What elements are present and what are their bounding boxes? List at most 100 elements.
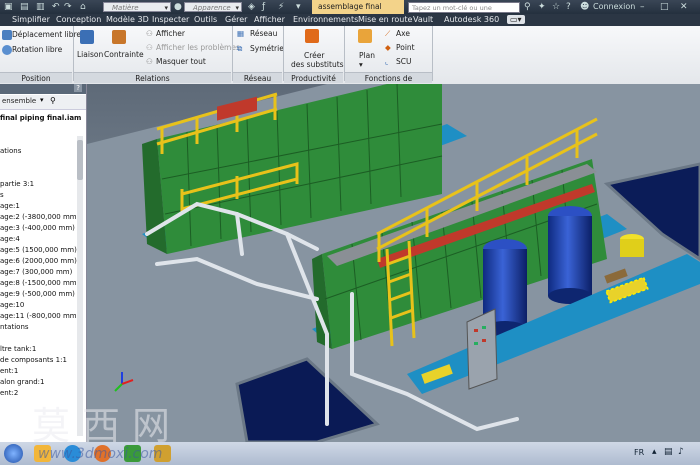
tree-item[interactable]: age:9 (-500,000 mm) bbox=[0, 290, 75, 298]
tree-item[interactable]: ent:1 bbox=[0, 367, 18, 375]
free-move-button[interactable]: Déplacement libre bbox=[12, 30, 81, 39]
tree-item[interactable]: age:7 (300,000 mm) bbox=[0, 268, 72, 276]
panel-network-label[interactable]: Réseau bbox=[233, 72, 282, 83]
work-plane-button[interactable]: Plan bbox=[359, 51, 375, 60]
tab-gerer[interactable]: Gérer bbox=[225, 15, 247, 24]
tree-item[interactable]: age:8 (-1500,000 mm) bbox=[0, 279, 79, 287]
panel-productivity-label[interactable]: Productivité bbox=[284, 72, 343, 83]
tree-item[interactable]: age:5 (1500,000 mm) bbox=[0, 246, 77, 254]
tab-vault[interactable]: Vault bbox=[413, 15, 433, 24]
show-problems-button[interactable]: Afficher les problèmes bbox=[156, 43, 240, 52]
binoculars-icon[interactable]: ⚲ bbox=[524, 2, 531, 12]
undo-icon[interactable]: ↶ bbox=[52, 2, 60, 12]
create-substitute-line1[interactable]: Créer bbox=[304, 51, 324, 60]
search-input[interactable]: Tapez un mot-clé ou une expression bbox=[408, 2, 520, 23]
qa-dropdown-icon[interactable]: ▾ bbox=[296, 2, 301, 12]
material-combo[interactable]: Matière bbox=[103, 2, 171, 13]
browser-help-button[interactable]: ? bbox=[74, 84, 82, 92]
tools-icon[interactable]: ✦ bbox=[538, 2, 546, 12]
tab-autodesk-360[interactable]: Autodesk 360 bbox=[444, 15, 499, 24]
tree-item[interactable]: age:11 (-800,000 mm) bbox=[0, 312, 79, 320]
maximize-icon[interactable]: □ bbox=[660, 2, 669, 12]
volume-icon[interactable]: ♪ bbox=[678, 447, 684, 457]
scrollbar-thumb[interactable] bbox=[77, 140, 83, 180]
tree-item[interactable]: de composants 1:1 bbox=[0, 356, 67, 364]
panel-position-label[interactable]: Position bbox=[0, 72, 72, 83]
sign-in-link[interactable]: Connexion bbox=[593, 2, 635, 11]
hide-all-icon: ⚇ bbox=[146, 57, 153, 66]
browser-mode-label[interactable]: ensemble bbox=[2, 97, 36, 105]
appearance-combo[interactable]: Apparence bbox=[184, 2, 242, 13]
start-button[interactable] bbox=[4, 444, 23, 463]
mirror-button[interactable]: Symétrie bbox=[250, 44, 284, 53]
browser-toolbar: ensemble ▾ ⚲ bbox=[0, 95, 86, 110]
tab-conception[interactable]: Conception bbox=[56, 15, 101, 24]
pattern-icon: ▦ bbox=[237, 29, 245, 38]
work-point-button[interactable]: Point bbox=[396, 43, 415, 52]
tree-item[interactable]: age:1 bbox=[0, 202, 20, 210]
tab-outils[interactable]: Outils bbox=[194, 15, 217, 24]
tree-item[interactable]: ent:2 bbox=[0, 389, 18, 397]
tree-root[interactable]: final piping final.iam bbox=[0, 114, 81, 122]
free-rotate-button[interactable]: Rotation libre bbox=[12, 45, 62, 54]
redo-icon[interactable]: ↷ bbox=[64, 2, 72, 12]
constraint-button[interactable]: Contrainte bbox=[104, 50, 144, 59]
adjust-icon[interactable]: ◈ bbox=[248, 2, 255, 12]
create-substitute-line2[interactable]: des substituts bbox=[291, 60, 344, 69]
tree-item[interactable]: age:3 (-400,000 mm) bbox=[0, 224, 75, 232]
tree-item[interactable]: ations bbox=[0, 147, 21, 155]
tab-simplifier[interactable]: Simplifier bbox=[12, 15, 50, 24]
star-icon[interactable]: ☆ bbox=[552, 2, 560, 12]
watermark-url: www.3dmoxi.com bbox=[38, 446, 163, 462]
save-icon[interactable]: ▥ bbox=[36, 2, 45, 12]
hide-all-button[interactable]: Masquer tout bbox=[156, 57, 206, 66]
tree-item[interactable]: s bbox=[0, 191, 4, 199]
select-icon[interactable]: ⌂ bbox=[80, 2, 86, 12]
axis-icon: ⟋ bbox=[385, 29, 391, 38]
update-icon[interactable]: ⚡ bbox=[278, 2, 284, 12]
ribbon-options-icon[interactable]: ▭▾ bbox=[507, 15, 525, 24]
tree-item[interactable]: age:6 (2000,000 mm) bbox=[0, 257, 77, 265]
tab-mise-en-route[interactable]: Mise en route bbox=[358, 15, 412, 24]
panel-relations-label[interactable]: Relations bbox=[74, 72, 231, 83]
open-icon[interactable]: ▤ bbox=[20, 2, 29, 12]
work-axis-button[interactable]: Axe bbox=[396, 29, 410, 38]
network-icon[interactable]: ▤ bbox=[664, 447, 673, 457]
tree-item[interactable]: age:2 (-3800,000 mm) bbox=[0, 213, 79, 221]
work-plane-icon bbox=[358, 29, 372, 43]
tab-modele-3d[interactable]: Modèle 3D bbox=[106, 15, 149, 24]
tree-item[interactable]: ltre tank:1 bbox=[0, 345, 36, 353]
chevron-down-icon[interactable]: ▾ bbox=[359, 60, 363, 69]
panel-construction-label[interactable]: Fonctions de construction bbox=[345, 72, 432, 94]
fx-icon[interactable]: ƒ bbox=[262, 2, 265, 12]
find-icon[interactable]: ⚲ bbox=[50, 96, 56, 105]
tree-item[interactable]: partie 3:1 bbox=[0, 180, 34, 188]
help-icon[interactable]: ? bbox=[566, 2, 571, 12]
tab-environnements[interactable]: Environnements bbox=[293, 15, 358, 24]
new-icon[interactable]: ▣ bbox=[4, 2, 13, 12]
move-icon bbox=[2, 30, 12, 40]
ribbon-tabs: Simplifier Conception Modèle 3D Inspecte… bbox=[0, 14, 700, 26]
browser-scrollbar[interactable] bbox=[77, 136, 83, 436]
tab-inspecter[interactable]: Inspecter bbox=[152, 15, 189, 24]
pattern-button[interactable]: Réseau bbox=[250, 29, 277, 38]
tree-item[interactable]: age:10 bbox=[0, 301, 24, 309]
language-indicator[interactable]: FR bbox=[634, 448, 644, 457]
watermark-logo: 莫西网 bbox=[32, 404, 183, 448]
constraint-icon bbox=[112, 30, 126, 44]
ucs-icon: ⌞ bbox=[385, 57, 389, 66]
user-icon[interactable]: ☻ bbox=[580, 2, 589, 12]
chevron-down-icon[interactable]: ▾ bbox=[40, 96, 44, 104]
tab-afficher[interactable]: Afficher bbox=[254, 15, 285, 24]
joint-button[interactable]: Liaison bbox=[77, 50, 103, 59]
assembly-3d-view bbox=[87, 84, 700, 442]
tree-item[interactable]: alon grand:1 bbox=[0, 378, 44, 386]
ucs-button[interactable]: SCU bbox=[396, 57, 412, 66]
graphics-viewport[interactable] bbox=[87, 84, 700, 442]
tree-item[interactable]: age:4 bbox=[0, 235, 20, 243]
tray-up-icon[interactable]: ▴ bbox=[652, 447, 657, 457]
tree-item[interactable]: ntations bbox=[0, 323, 29, 331]
close-icon[interactable]: ✕ bbox=[680, 2, 688, 12]
minimize-icon[interactable]: – bbox=[640, 2, 645, 12]
show-button[interactable]: Afficher bbox=[156, 29, 185, 38]
